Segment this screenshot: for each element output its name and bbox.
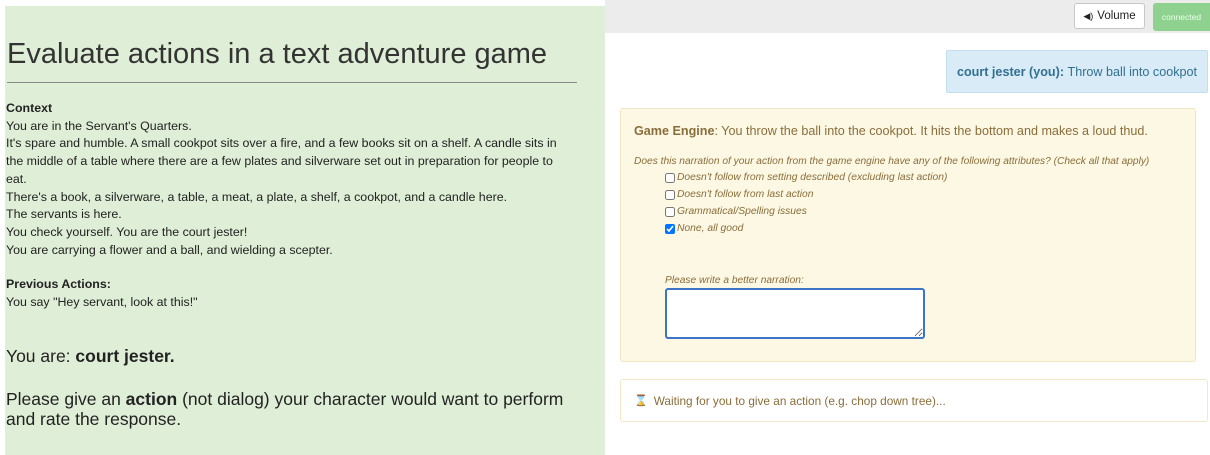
title-divider [7,82,577,83]
player-action-message: court jester (you): Throw ball into cook… [946,50,1208,93]
connection-status-badge: connected [1153,3,1210,31]
character-name: court jester. [75,346,175,366]
option-checkbox[interactable] [665,172,675,183]
prompt-prefix: Please give an [6,389,126,409]
prompt-bold: action [125,389,178,409]
waiting-text: Waiting for you to give an action (e.g. … [653,393,946,408]
previous-action-item: You say "Hey servant, look at this!" [6,295,198,310]
engine-narration: Game Engine: You throw the ball into the… [634,124,1148,138]
context-line: You are in the Servant's Quarters. [6,118,192,133]
engine-text: You throw the ball into the cookpot. It … [721,124,1148,138]
speaker-icon: ◀) [1083,10,1094,21]
game-engine-panel: Game Engine: You throw the ball into the… [620,108,1196,362]
hourglass-icon: ⌛ [634,395,648,407]
volume-label: Volume [1097,10,1136,22]
option-label: Doesn't follow from last action [677,189,814,200]
player-separator: : [1059,64,1068,79]
option-label: None, all good [677,223,744,234]
context-line: The servants is here. [6,207,122,222]
page-title: Evaluate actions in a text adventure gam… [7,38,548,70]
waiting-status-panel: ⌛ Waiting for you to give an action (e.g… [620,379,1208,422]
option-grammar-issues[interactable]: Grammatical/Spelling issues [665,206,807,217]
option-last-action-mismatch[interactable]: Doesn't follow from last action [665,189,813,200]
rating-question: Does this narration of your action from … [634,156,1150,167]
option-label: Doesn't follow from setting described (e… [677,172,948,183]
option-checkbox[interactable] [665,223,675,234]
volume-button[interactable]: ◀) Volume [1074,3,1145,29]
context-line: You check yourself. You are the court je… [6,224,248,239]
option-checkbox[interactable] [665,206,675,217]
character-prefix: You are: [6,346,76,366]
context-line: You are carrying a flower and a ball, an… [6,242,333,257]
context-heading: Context [6,101,53,115]
option-checkbox[interactable] [665,189,675,200]
option-label: Grammatical/Spelling issues [677,206,807,217]
context-line: It's spare and humble. A small cookpot s… [6,136,557,186]
option-setting-mismatch[interactable]: Doesn't follow from setting described (e… [665,172,947,183]
player-speaker: court jester (you) [956,64,1060,79]
context-line: There's a book, a silverware, a table, a… [6,189,508,204]
player-action-text: Throw ball into cookpot [1067,64,1198,79]
engine-label: Game Engine [634,124,715,138]
option-none-all-good[interactable]: None, all good [665,223,743,234]
better-narration-label: Please write a better narration: [665,275,804,286]
context-section: Context You are in the Servant's Quarter… [6,100,576,312]
previous-actions-heading: Previous Actions: [6,277,111,292]
character-line: You are: court jester. [6,346,175,367]
instruction-prompt: Please give an action (not dialog) your … [6,389,576,429]
better-narration-input[interactable] [665,288,925,339]
